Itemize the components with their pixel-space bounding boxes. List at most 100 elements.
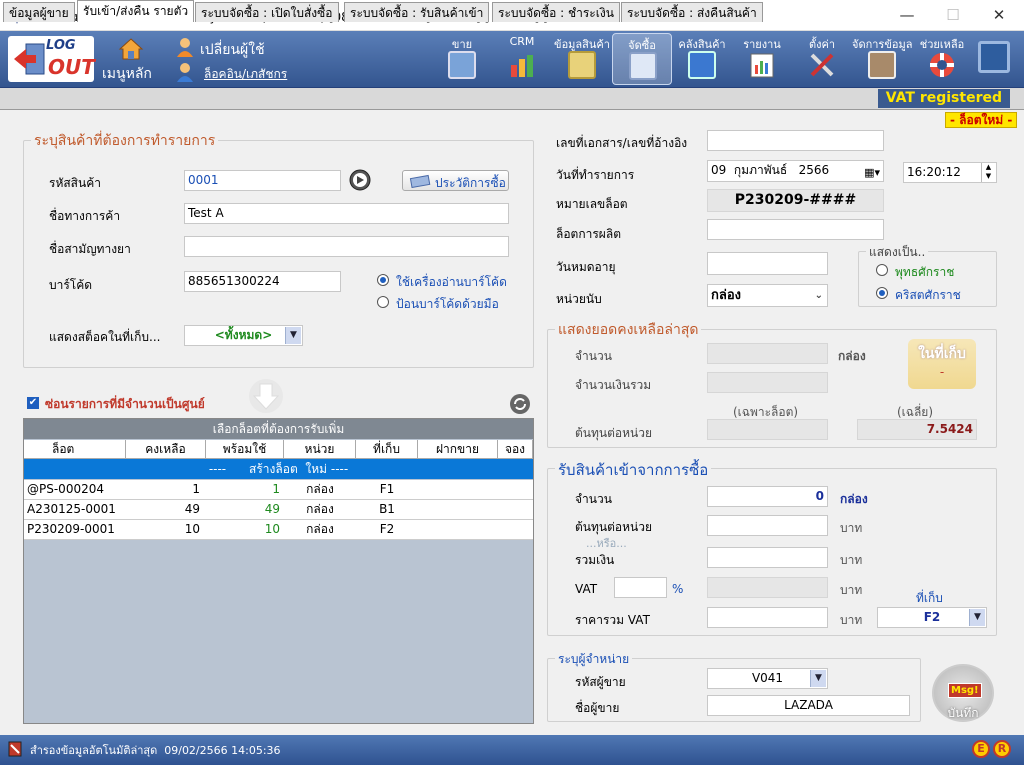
balance-qty-unit: กล่อง	[838, 349, 866, 363]
doc-no-label: เลขที่เอกสาร/เลขที่อ้างอิง	[556, 136, 688, 150]
christian-era-label: คริสตศักราช	[895, 288, 961, 302]
help-lifebuoy-icon	[930, 53, 954, 77]
hide-zero-checkbox[interactable]: ✔	[27, 397, 39, 409]
balance-qty-label: จำนวน	[575, 349, 612, 363]
logout-arrow-icon	[14, 43, 45, 75]
save-button[interactable]: Msg! บันทึก	[932, 664, 994, 722]
tab-return-goods[interactable]: ระบบจัดซื้อ : ส่งคืนสินค้า	[621, 2, 763, 22]
search-go-icon[interactable]	[349, 169, 371, 191]
stock-location-select[interactable]: <ทั้งหมด> ▼	[184, 325, 303, 346]
tab-receive-goods[interactable]: ระบบจัดซื้อ : รับสินค้าเข้า	[344, 2, 490, 22]
vat-percent-input[interactable]	[614, 577, 667, 598]
purchase-icon	[629, 52, 657, 80]
tab-payment[interactable]: ระบบจัดซื้อ : ชำระเงิน	[492, 2, 620, 22]
date-picker[interactable]: 09 กุมภาพันธ์ 2566 ▦▾	[707, 160, 884, 182]
vat-label: VAT	[575, 582, 598, 596]
close-button[interactable]: ✕	[976, 0, 1022, 31]
tab-vendor-info[interactable]: ข้อมูลผู้ขาย	[3, 2, 75, 22]
lot-no-value: P230209-####	[707, 189, 884, 212]
expiry-input[interactable]	[707, 252, 828, 275]
main-menu-label: เมนูหลัก	[102, 66, 152, 82]
warehouse-icon	[688, 51, 716, 79]
vat-amount-value	[707, 577, 828, 598]
e-button[interactable]: E	[972, 740, 990, 758]
switch-user-button[interactable]: เปลี่ยนผู้ใช้	[200, 39, 265, 61]
baht-label-2: บาท	[840, 553, 863, 567]
crm-button[interactable]: CRM	[492, 33, 552, 85]
receive-location-label: ที่เก็บ	[916, 591, 943, 605]
col-location[interactable]: ที่เก็บ	[356, 440, 418, 459]
unit-select[interactable]: กล่อง ⌄	[707, 284, 828, 307]
warehouse-button[interactable]: คลังสินค้า	[672, 33, 732, 85]
time-input[interactable]: 16:20:12 ▲ ▼	[903, 162, 997, 183]
settings-button[interactable]: ตั้งค่า	[792, 33, 852, 85]
maximize-button[interactable]: ☐	[930, 0, 976, 31]
ready-cell: 1	[272, 482, 280, 496]
stock-location-value: <ทั้งหมด>	[214, 328, 273, 342]
product-data-button[interactable]: ข้อมูลสินค้า	[552, 33, 612, 85]
col-consign[interactable]: ฝากขาย	[418, 440, 498, 459]
pharmacist-icon	[177, 63, 193, 82]
col-remaining[interactable]: คงเหลือ	[126, 440, 206, 459]
create-new-lot-row[interactable]: ---- สร้างล็อต ใหม่ ----	[24, 459, 533, 479]
sell-button[interactable]: ขาย	[432, 33, 492, 85]
in-store-badge: ในที่เก็บ -	[908, 339, 976, 389]
trade-name-input[interactable]: Test A	[184, 203, 509, 224]
vendor-code-select[interactable]: V041 ▼	[707, 668, 828, 689]
col-lot[interactable]: ล็อต	[24, 440, 126, 459]
barcode-reader-radio[interactable]	[377, 274, 389, 286]
data-manage-button[interactable]: จัดการข้อมูล	[852, 33, 912, 85]
minimize-button[interactable]: —	[884, 0, 930, 31]
logout-button[interactable]: LOG OUT	[8, 36, 95, 82]
barcode-input[interactable]: 885651300224	[184, 271, 341, 292]
total-vat-label: ราคารวม VAT	[575, 613, 650, 627]
doc-no-input[interactable]	[707, 130, 884, 151]
receive-qty-label: จำนวน	[575, 492, 612, 506]
product-code-input[interactable]: 0001	[184, 170, 341, 191]
tab-open-po[interactable]: ระบบจัดซื้อ : เปิดใบสั่งซื้อ	[195, 2, 339, 22]
vendor-name-label: ชื่อผู้ขาย	[575, 701, 620, 715]
login-pharmacist-link[interactable]: ล็อคอิน/เภสัชกร	[204, 65, 287, 84]
table-row[interactable]: @PS-000204 1 1 กล่อง F1	[24, 480, 533, 500]
receive-qty-unit: กล่อง	[840, 492, 868, 506]
lot-cell: @PS-000204	[27, 482, 104, 496]
refresh-icon[interactable]	[509, 393, 531, 415]
col-reserve[interactable]: จอง	[498, 440, 533, 459]
balance-amount-value	[707, 372, 828, 393]
table-row[interactable]: P230209-0001 10 10 กล่อง F2	[24, 520, 533, 540]
col-unit[interactable]: หน่วย	[284, 440, 356, 459]
receive-unit-cost-input[interactable]	[707, 515, 828, 536]
location-cell: F1	[379, 482, 395, 496]
location-cell: B1	[379, 502, 395, 516]
data-manage-icon	[868, 51, 896, 79]
christian-era-radio[interactable]	[876, 287, 888, 299]
barcode-manual-radio[interactable]	[377, 296, 389, 308]
total-vat-input[interactable]	[707, 607, 828, 628]
buddhist-era-radio[interactable]	[876, 264, 888, 276]
time-spinner-icon[interactable]: ▲ ▼	[981, 163, 995, 182]
report-button[interactable]: รายงาน	[732, 33, 792, 85]
main-menu-button[interactable]: เมนูหลัก	[102, 35, 160, 85]
r-button[interactable]: R	[993, 740, 1011, 758]
col-available[interactable]: พร้อมใช้	[206, 440, 284, 459]
ready-cell: 49	[264, 502, 280, 516]
trade-name-label: ชื่อทางการค้า	[49, 209, 121, 223]
table-row[interactable]: A230125-0001 49 49 กล่อง B1	[24, 500, 533, 520]
report-icon	[750, 53, 774, 78]
receive-total-input[interactable]	[707, 547, 828, 568]
logout-line1: LOG	[46, 38, 76, 53]
purchase-button[interactable]: จัดซื้อ	[612, 33, 672, 85]
screen-button[interactable]	[966, 33, 1022, 85]
generic-name-input[interactable]	[184, 236, 509, 257]
receive-qty-input[interactable]: 0	[707, 486, 828, 507]
receive-location-select[interactable]: F2 ▼	[877, 607, 987, 628]
chevron-down-icon: ⌄	[814, 290, 823, 301]
purchase-history-button[interactable]: ประวัติการซื้อ	[402, 170, 509, 191]
mfg-lot-input[interactable]	[707, 219, 884, 240]
mfg-lot-label: ล็อตการผลิต	[556, 227, 621, 241]
crm-label: CRM	[509, 35, 535, 48]
help-button[interactable]: ช่วยเหลือ	[912, 33, 972, 85]
vendor-name-input[interactable]: LAZADA	[707, 695, 910, 716]
tab-receive-return-item[interactable]: รับเข้า/ส่งคืน รายตัว	[77, 0, 195, 22]
main-toolbar: LOG OUT เมนูหลัก เปลี่ยนผู้ใช้ ล็อคอิน/เ…	[0, 31, 1024, 88]
